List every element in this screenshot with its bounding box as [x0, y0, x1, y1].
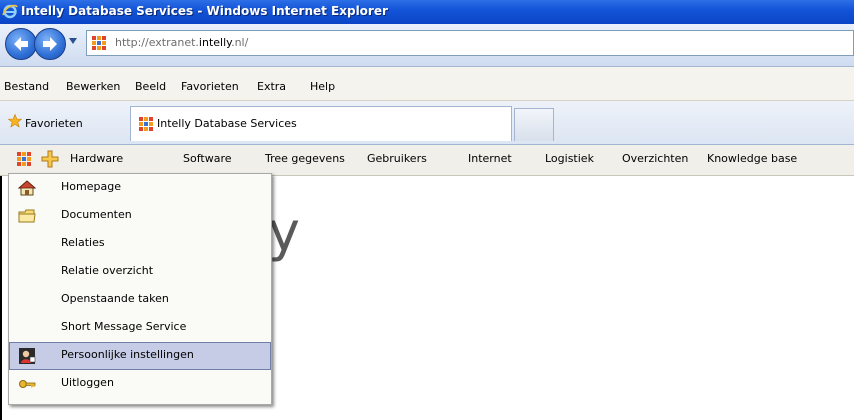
nav-knowledge-base[interactable]: Knowledge base: [707, 152, 797, 165]
menu-item-homepage[interactable]: Homepage: [9, 174, 271, 202]
menu-item-persoonlijke-instellingen[interactable]: Persoonlijke instellingen: [9, 342, 271, 370]
new-tab-button[interactable]: [514, 108, 554, 141]
menu-extra[interactable]: Extra: [257, 80, 286, 93]
favorites-star-icon: [8, 114, 22, 128]
back-button[interactable]: [5, 28, 37, 60]
menu-item-label: Documenten: [61, 208, 132, 221]
menu-bewerken[interactable]: Bewerken: [66, 80, 120, 93]
menu-item-label: Uitloggen: [61, 376, 114, 389]
menu-item-uitloggen[interactable]: Uitloggen: [9, 370, 271, 398]
intelly-logo-icon[interactable]: [16, 151, 32, 167]
menu-item-label: Homepage: [61, 180, 121, 193]
menu-beeld[interactable]: Beeld: [135, 80, 166, 93]
nav-logistiek[interactable]: Logistiek: [545, 152, 594, 165]
forward-button[interactable]: [34, 28, 66, 60]
nav-overzichten[interactable]: Overzichten: [622, 152, 688, 165]
window-title: Intelly Database Services - Windows Inte…: [21, 4, 388, 18]
menu-item-relatie-overzicht[interactable]: Relatie overzicht: [9, 258, 271, 286]
nav-software[interactable]: Software: [183, 152, 232, 165]
ie-logo-icon: [2, 4, 18, 19]
intelly-dropdown-menu: Homepage Documenten Relaties Relatie ove…: [8, 173, 272, 405]
tab-favicon-icon: [139, 117, 153, 131]
menu-bestand[interactable]: Bestand: [4, 80, 49, 93]
nav-internet[interactable]: Internet: [468, 152, 512, 165]
tab-title: Intelly Database Services: [157, 117, 297, 130]
nav-hardware[interactable]: Hardware: [70, 152, 123, 165]
menu-item-documenten[interactable]: Documenten: [9, 202, 271, 230]
user-settings-icon: [19, 348, 36, 364]
nav-tree-gegevens[interactable]: Tree gegevens: [265, 152, 345, 165]
folder-icon: [18, 209, 36, 223]
home-icon: [18, 180, 36, 196]
url-text: http://extranet.intelly.nl/: [115, 36, 248, 49]
history-dropdown-icon[interactable]: [68, 37, 78, 45]
menu-item-label: Relatie overzicht: [61, 264, 154, 277]
site-favicon-icon: [92, 36, 106, 50]
menu-item-label: Persoonlijke instellingen: [61, 348, 194, 361]
url-suffix: .nl/: [231, 36, 249, 49]
url-domain: intelly: [198, 36, 232, 49]
menu-help[interactable]: Help: [310, 80, 335, 93]
key-icon: [19, 380, 36, 388]
window-titlebar: Intelly Database Services - Windows Inte…: [0, 0, 854, 24]
menu-item-label: Relaties: [61, 236, 105, 249]
menu-favorieten[interactable]: Favorieten: [181, 80, 239, 93]
browser-tab-active[interactable]: Intelly Database Services: [130, 106, 512, 141]
forward-arrow-icon: [43, 37, 57, 51]
favorites-button[interactable]: Favorieten: [25, 117, 83, 130]
menu-item-openstaande-taken[interactable]: Openstaande taken: [9, 286, 271, 314]
menu-item-label: Short Message Service: [61, 320, 187, 333]
add-plus-icon[interactable]: [41, 150, 59, 168]
window-left-border: [0, 176, 2, 420]
back-arrow-icon: [14, 37, 28, 51]
menu-item-label: Openstaande taken: [61, 292, 169, 305]
nav-gebruikers[interactable]: Gebruikers: [367, 152, 427, 165]
url-prefix: http://extranet.: [115, 36, 199, 49]
menu-item-sms[interactable]: Short Message Service: [9, 314, 271, 342]
menu-bar: Bestand Bewerken Beeld Favorieten Extra …: [0, 67, 854, 101]
menu-item-relaties[interactable]: Relaties: [9, 230, 271, 258]
address-field[interactable]: http://extranet.intelly.nl/: [86, 30, 854, 56]
